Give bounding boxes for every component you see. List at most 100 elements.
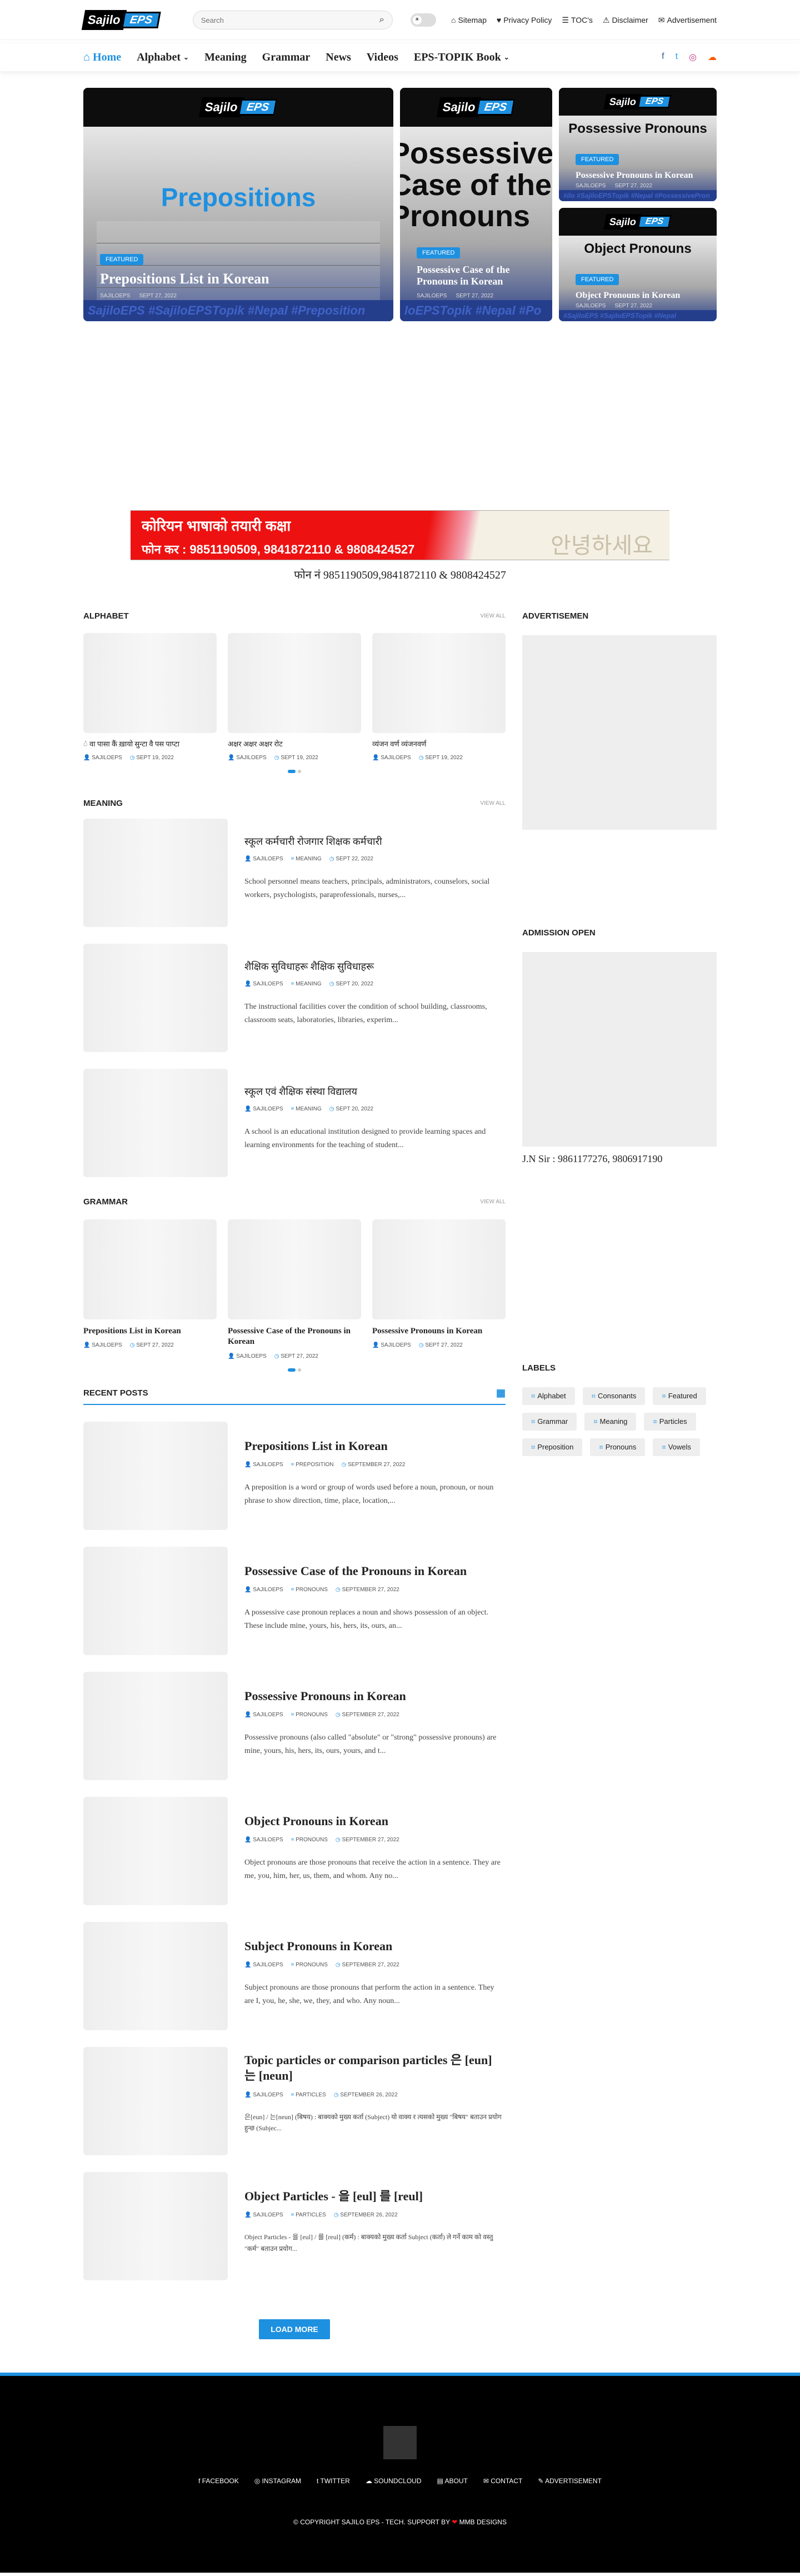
footer-link-facebook[interactable]: f FACEBOOK (198, 2477, 239, 2485)
nav-eps-book[interactable]: EPS-TOPIK Book ⌄ (414, 51, 509, 64)
post-title[interactable]: Object Pronouns in Korean (244, 1813, 506, 1830)
label-particles[interactable]: ⌗ Particles (644, 1413, 696, 1431)
post-label[interactable]: PARTICLES (296, 2092, 326, 2098)
footer-link-soundcloud[interactable]: ☁ SOUNDCLOUD (366, 2477, 422, 2485)
toc-label: TOC's (571, 16, 593, 24)
featured-card-2[interactable]: Sajilo EPS Possessive Case of the Pronoun… (400, 88, 552, 321)
post-title[interactable]: ं वा पासा कैं ख़ायो सुन्टा वै पस पाप्टा (83, 740, 217, 749)
advertisement-link[interactable]: ✉ Advertisement (658, 16, 717, 25)
post-title[interactable]: Possessive Pronouns in Korean (372, 1326, 506, 1337)
nav-meaning[interactable]: Meaning (204, 51, 247, 64)
post-title[interactable]: व्यंजन वर्ण व्यंजनवर्ण (372, 740, 506, 749)
post-thumbnail[interactable] (83, 1921, 228, 2030)
post-label[interactable]: MEANING (296, 856, 322, 862)
post-label[interactable]: PRONOUNS (296, 1962, 328, 1968)
nav-news[interactable]: News (326, 51, 351, 64)
label-preposition[interactable]: ⌗ Preposition (522, 1438, 583, 1456)
grammar-view-all[interactable]: VIEW ALL (480, 1199, 506, 1205)
nav-home[interactable]: ⌂ Home (83, 51, 121, 64)
card-logo-2: EPS (637, 95, 672, 108)
post-label[interactable]: PRONOUNS (296, 1587, 328, 1593)
post-label[interactable]: MEANING (296, 981, 322, 987)
post-title[interactable]: Prepositions List in Korean (244, 1438, 506, 1454)
search-input[interactable] (201, 16, 379, 24)
footer-logo[interactable] (383, 2425, 417, 2459)
post-title[interactable]: स्कूल कर्मचारी रोजगार शिक्षक कर्मचारी (244, 835, 506, 848)
footer-link-twitter[interactable]: t TWITTER (317, 2477, 350, 2485)
ad-line-3: 안녕하세요 (551, 533, 653, 558)
disclaimer-link[interactable]: ⚠ Disclaimer (603, 16, 648, 25)
label-consonants[interactable]: ⌗ Consonants (582, 1387, 646, 1405)
nav-videos[interactable]: Videos (367, 51, 398, 64)
featured-card-4[interactable]: Sajilo EPS Object Pronouns #SajiloEPS #Sa… (559, 208, 717, 321)
grid-icon[interactable]: ▦ (496, 1387, 506, 1399)
label-grammar[interactable]: ⌗ Grammar (522, 1413, 577, 1431)
post-thumbnail[interactable] (83, 2171, 228, 2280)
post-label[interactable]: MEANING (296, 1106, 322, 1112)
post-title[interactable]: स्कूल एवं शैक्षिक संस्था विद्यालय (244, 1085, 506, 1098)
post-thumbnail[interactable] (83, 943, 228, 1052)
nav-grammar[interactable]: Grammar (262, 51, 311, 64)
label-alphabet[interactable]: ⌗ Alphabet (522, 1387, 575, 1405)
load-more-button[interactable]: LOAD MORE (259, 2319, 330, 2339)
soundcloud-icon[interactable]: ☁ (708, 52, 717, 63)
post-label[interactable]: PREPOSITION (296, 1462, 333, 1468)
post-title[interactable]: Subject Pronouns in Korean (244, 1939, 506, 1955)
post-title[interactable]: Possessive Case of the Pronouns in Korea… (244, 1563, 506, 1580)
post-title[interactable]: Possessive Pronouns in Korean (244, 1688, 506, 1705)
post-label[interactable]: PRONOUNS (296, 1712, 328, 1718)
facebook-icon[interactable]: f (662, 52, 664, 63)
carousel-item[interactable]: Possessive Pronouns in Korean 👤 SAJILOEPS… (372, 1219, 506, 1359)
post-thumbnail[interactable] (83, 1546, 228, 1655)
meaning-view-all[interactable]: VIEW ALL (480, 800, 506, 806)
featured-card-1[interactable]: Sajilo EPS Prepositions SajiloEPS #Sajilo… (83, 88, 393, 321)
privacy-link[interactable]: ♥ Privacy Policy (497, 16, 552, 25)
carousel-dots[interactable] (83, 1368, 506, 1372)
label-vowels[interactable]: ⌗ Vowels (653, 1438, 700, 1456)
post-label[interactable]: PARTICLES (296, 2212, 326, 2218)
search-icon[interactable]: ⌕ (379, 15, 384, 25)
post-thumbnail[interactable] (83, 1796, 228, 1905)
footer-link-about[interactable]: ▤ ABOUT (437, 2477, 468, 2485)
carousel-dots[interactable] (83, 769, 506, 773)
toc-link[interactable]: ☰ TOC's (562, 16, 593, 25)
dot[interactable] (288, 1368, 296, 1372)
dot[interactable] (298, 1368, 301, 1372)
post-thumbnail[interactable] (83, 1068, 228, 1177)
carousel-item[interactable]: ं वा पासा कैं ख़ायो सुन्टा वै पस पाप्टा 👤… (83, 633, 217, 761)
featured-card-3[interactable]: Sajilo EPS Possessive Pronouns #ilo #Saji… (559, 88, 717, 201)
post-title[interactable]: Possessive Case of the Pronouns in Korea… (228, 1326, 361, 1348)
sitemap-link[interactable]: ⌂ Sitemap (451, 16, 487, 25)
label-pronouns[interactable]: ⌗ Pronouns (590, 1438, 646, 1456)
sidebar-ad-box[interactable] (522, 635, 717, 830)
twitter-icon[interactable]: t (676, 52, 678, 63)
admission-image[interactable] (522, 952, 717, 1147)
dot[interactable] (288, 769, 296, 773)
post-title[interactable]: Prepositions List in Korean (83, 1326, 217, 1337)
post-thumbnail[interactable] (83, 1671, 228, 1780)
nav-alphabet[interactable]: Alphabet ⌄ (137, 51, 189, 64)
footer-link-contact[interactable]: ✉ CONTACT (483, 2477, 523, 2485)
post-title[interactable]: शैक्षिक सुविधाहरू शैक्षिक सुविधाहरू (244, 960, 506, 973)
post-title[interactable]: अक्षर अक्षर अक्षर रोट (228, 740, 361, 749)
dot[interactable] (298, 769, 301, 773)
post-title[interactable]: Topic particles or comparison particles … (244, 2052, 506, 2084)
carousel-item[interactable]: Prepositions List in Korean 👤 SAJILOEPS ◷ … (83, 1219, 217, 1359)
carousel-item[interactable]: अक्षर अक्षर अक्षर रोट 👤 SAJILOEPS ◷ SEPT 1… (228, 633, 361, 761)
post-thumbnail[interactable] (83, 2046, 228, 2155)
site-logo[interactable]: Sajilo EPS (81, 10, 161, 30)
label-featured[interactable]: ⌗ Featured (653, 1387, 706, 1405)
footer-link-advertisement[interactable]: ✎ ADVERTISEMENT (538, 2477, 602, 2485)
dark-mode-toggle[interactable]: ☀ (410, 13, 436, 27)
post-thumbnail[interactable] (83, 1421, 228, 1530)
instagram-icon[interactable]: ◎ (689, 52, 697, 63)
label-meaning[interactable]: ⌗ Meaning (584, 1413, 637, 1431)
post-thumbnail[interactable] (83, 818, 228, 927)
footer-link-instagram[interactable]: ◎ INSTAGRAM (254, 2477, 301, 2485)
alphabet-view-all[interactable]: VIEW ALL (480, 613, 506, 619)
class-advertisement-banner[interactable]: कोरियन भाषाको तयारी कक्षा फोन कर : 98511… (131, 510, 669, 560)
post-label[interactable]: PRONOUNS (296, 1837, 328, 1843)
post-title[interactable]: Object Particles - 을 [eul] 를 [reul] (244, 2189, 506, 2205)
carousel-item[interactable]: Possessive Case of the Pronouns in Korea… (228, 1219, 361, 1359)
carousel-item[interactable]: व्यंजन वर्ण व्यंजनवर्ण 👤 SAJILOEPS ◷ SEPT … (372, 633, 506, 761)
